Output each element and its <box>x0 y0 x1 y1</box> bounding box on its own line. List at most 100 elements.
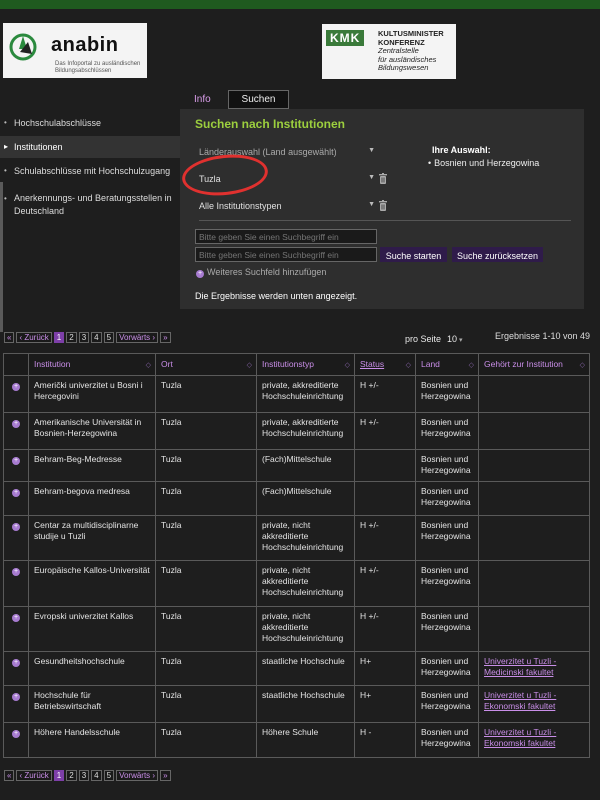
column-header-parent[interactable]: Gehört zur Institution ◇ <box>478 353 590 376</box>
cell-parent <box>478 606 590 652</box>
cell-ort: Tuzla <box>155 560 257 607</box>
page-button-1[interactable]: 1 <box>53 332 65 343</box>
expand-cell[interactable]: + <box>3 515 29 561</box>
parent-institution-link[interactable]: Univerzitet u Tuzli - Ekonomski fakultet <box>484 690 556 711</box>
page-button-3[interactable]: 3 <box>78 332 90 343</box>
table-row[interactable]: + Evropski univerzitet Kallos Tuzla private… <box>3 606 590 652</box>
next-page-button[interactable]: Vorwärts › <box>116 770 159 781</box>
parent-institution-link[interactable]: Univerzitet u Tuzli - Ekonomski fakultet <box>484 727 556 748</box>
expand-plus-icon[interactable]: + <box>12 489 20 497</box>
cell-typ: private, akkreditierte Hochschuleinricht… <box>256 375 355 413</box>
results-count: Ergebnisse 1-10 von 49 <box>495 331 591 341</box>
add-search-field-link[interactable]: + Weiteres Suchfeld hinzufügen <box>196 267 326 278</box>
table-row[interactable]: + Behram-Beg-Medresse Tuzla (Fach)Mittelsch… <box>3 449 590 482</box>
sort-icon: ◇ <box>405 362 411 369</box>
next-page-button[interactable]: Vorwärts › <box>116 332 159 343</box>
search-term-input-1[interactable] <box>195 229 377 244</box>
table-row[interactable]: + Amerikanische Universität in Bosnien-He… <box>3 412 590 450</box>
cell-institution[interactable]: Amerikanische Universität in Bosnien-Her… <box>28 412 156 450</box>
cell-typ: (Fach)Mittelschule <box>256 481 355 516</box>
column-header-ort[interactable]: Ort ◇ <box>155 353 257 376</box>
page-button-4[interactable]: 4 <box>91 332 102 343</box>
table-row[interactable]: + Höhere Handelsschule Tuzla Höhere Schule H… <box>3 722 590 758</box>
trash-icon[interactable] <box>378 200 388 211</box>
cell-typ: staatliche Hochschule <box>256 651 355 686</box>
first-page-button[interactable]: « <box>4 332 15 343</box>
expand-plus-icon[interactable]: + <box>12 693 20 701</box>
cell-ort: Tuzla <box>155 375 257 413</box>
per-page-label: pro Seite <box>405 334 442 344</box>
expand-cell[interactable]: + <box>3 412 29 450</box>
expand-cell[interactable]: + <box>3 722 29 758</box>
expand-cell[interactable]: + <box>3 375 29 413</box>
column-header-land[interactable]: Land ◇ <box>415 353 479 376</box>
kmk-logo[interactable]: KMK KULTUSMINISTER KONFERENZ Zentralstel… <box>322 24 456 79</box>
expand-cell[interactable]: + <box>3 606 29 652</box>
expand-cell[interactable]: + <box>3 685 29 723</box>
page-button-3[interactable]: 3 <box>78 770 90 781</box>
page-button-2[interactable]: 2 <box>66 770 77 781</box>
expand-cell[interactable]: + <box>3 651 29 686</box>
cell-institution[interactable]: Höhere Handelsschule <box>28 722 156 758</box>
cell-institution[interactable]: Gesundheitshochschule <box>28 651 156 686</box>
cell-institution[interactable]: Europäische Kallos-Universität <box>28 560 156 607</box>
table-row[interactable]: + Centar za multidisciplinarne studije u … <box>3 515 590 561</box>
expand-plus-icon[interactable]: + <box>12 383 20 391</box>
prev-page-button[interactable]: ‹ Zurück <box>16 770 52 781</box>
last-page-button[interactable]: » <box>160 332 171 343</box>
sidebar-item-hochschulabschluesse[interactable]: Hochschulabschlüsse <box>0 118 180 128</box>
reset-search-button[interactable]: Suche zurücksetzen <box>452 247 543 262</box>
per-page-select[interactable]: 10 <box>447 334 462 344</box>
expand-cell[interactable]: + <box>3 449 29 482</box>
cell-institution[interactable]: Behram-Beg-Medresse <box>28 449 156 482</box>
expand-plus-icon[interactable]: + <box>12 420 20 428</box>
table-row[interactable]: + Behram-begova medresa Tuzla (Fach)Mittels… <box>3 481 590 516</box>
page-button-2[interactable]: 2 <box>66 332 77 343</box>
last-page-button[interactable]: » <box>160 770 171 781</box>
column-header-status[interactable]: Status ◇ <box>354 353 416 376</box>
page-button-5[interactable]: 5 <box>103 332 115 343</box>
expand-plus-icon[interactable]: + <box>12 659 20 667</box>
page-button-1[interactable]: 1 <box>53 770 65 781</box>
column-header-institution[interactable]: Institution ◇ <box>28 353 156 376</box>
cell-institution[interactable]: Hochschule für Betriebswirtschaft <box>28 685 156 723</box>
expand-cell[interactable]: + <box>3 481 29 516</box>
sidebar-item-anerkennungsstellen[interactable]: Anerkennungs- und Beratungsstellen in De… <box>0 192 178 218</box>
trash-icon[interactable] <box>378 173 388 184</box>
anabin-logo[interactable]: anabin Das Infoportal zu ausländischen B… <box>3 23 147 78</box>
kmk-text: KULTUSMINISTER KONFERENZ Zentralstelle f… <box>378 29 444 72</box>
expand-plus-icon[interactable]: + <box>12 614 20 622</box>
parent-institution-link[interactable]: Univerzitet u Tuzli - Medicinski fakulte… <box>484 656 556 677</box>
table-row[interactable]: + Europäische Kallos-Universität Tuzla priv… <box>3 560 590 607</box>
table-header-row: Institution ◇ Ort ◇ Institutionstyp ◇ Statu… <box>3 353 590 376</box>
expand-plus-icon[interactable]: + <box>12 568 20 576</box>
search-term-input-2[interactable] <box>195 247 377 262</box>
tab-suchen[interactable]: Suchen <box>228 90 289 109</box>
page-button-5[interactable]: 5 <box>103 770 115 781</box>
cell-institution[interactable]: Američki univerzitet u Bosni i Hercegovi… <box>28 375 156 413</box>
institution-type-select[interactable]: Alle Institutionstypen ▼ <box>199 201 377 211</box>
cell-typ: private, nicht akkreditierte Hochschulei… <box>256 560 355 607</box>
sidebar-item-schulabschluesse[interactable]: Schulabschlüsse mit Hochschulzugang <box>0 166 180 176</box>
cell-typ: private, nicht akkreditierte Hochschulei… <box>256 606 355 652</box>
cell-parent <box>478 481 590 516</box>
expand-plus-icon[interactable]: + <box>12 457 20 465</box>
page-button-4[interactable]: 4 <box>91 770 102 781</box>
table-row[interactable]: + Američki univerzitet u Bosni i Hercegov… <box>3 375 590 413</box>
expand-cell[interactable]: + <box>3 560 29 607</box>
cell-institution[interactable]: Behram-begova medresa <box>28 481 156 516</box>
expand-plus-icon[interactable]: + <box>12 523 20 531</box>
cell-typ: (Fach)Mittelschule <box>256 449 355 482</box>
table-row[interactable]: + Gesundheitshochschule Tuzla staatliche Ho… <box>3 651 590 686</box>
expand-plus-icon[interactable]: + <box>12 730 20 738</box>
tab-info[interactable]: Info <box>188 91 224 109</box>
table-row[interactable]: + Hochschule für Betriebswirtschaft Tuzla s… <box>3 685 590 723</box>
cell-institution[interactable]: Evropski univerzitet Kallos <box>28 606 156 652</box>
cell-institution[interactable]: Centar za multidisciplinarne studije u T… <box>28 515 156 561</box>
first-page-button[interactable]: « <box>4 770 15 781</box>
start-search-button[interactable]: Suche starten <box>380 247 447 262</box>
kmk-mark: KMK <box>326 30 365 46</box>
prev-page-button[interactable]: ‹ Zurück <box>16 332 52 343</box>
column-header-institutionstyp[interactable]: Institutionstyp ◇ <box>256 353 355 376</box>
sidebar-item-institutionen[interactable]: Institutionen <box>0 136 180 158</box>
